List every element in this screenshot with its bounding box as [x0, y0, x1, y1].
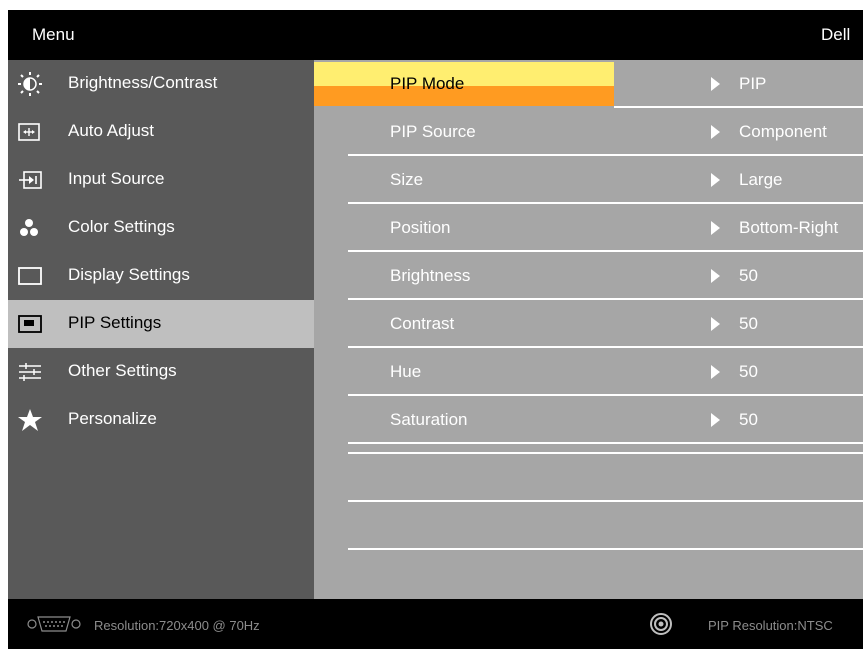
- menu-item-label: Other Settings: [68, 361, 177, 380]
- setting-name: PIP Mode: [390, 74, 465, 93]
- setting-name: PIP Source: [390, 122, 476, 141]
- setting-value: 50: [739, 410, 758, 429]
- setting-row-brightness[interactable]: Brightness 50: [348, 252, 863, 300]
- row-divider: [348, 500, 863, 502]
- setting-value: 50: [739, 266, 758, 285]
- setting-name: Hue: [390, 362, 422, 381]
- menu-item-display-settings[interactable]: Display Settings: [8, 252, 314, 300]
- setting-row-size[interactable]: Size Large: [348, 156, 863, 204]
- menu-item-personalize[interactable]: Personalize: [8, 396, 314, 444]
- setting-name: Size: [390, 170, 424, 189]
- menu-item-auto-adjust[interactable]: Auto Adjust: [8, 108, 314, 156]
- setting-row-saturation[interactable]: Saturation 50: [348, 396, 863, 444]
- arrow-right-icon: [711, 413, 720, 427]
- menu-item-brightness-contrast[interactable]: Brightness/Contrast: [8, 60, 314, 108]
- setting-value: 50: [739, 314, 758, 333]
- arrow-right-icon: [711, 77, 720, 91]
- setting-name: Brightness: [390, 266, 471, 285]
- arrow-right-icon: [711, 221, 720, 235]
- setting-name: Contrast: [390, 314, 455, 333]
- setting-row-hue[interactable]: Hue 50: [348, 348, 863, 396]
- menu-item-label: Personalize: [68, 409, 157, 428]
- menu-item-label: Input Source: [68, 169, 165, 188]
- input-source-icon: [19, 171, 42, 189]
- row-divider: [348, 452, 863, 454]
- pip-settings-panel: PIP Mode PIP PIP Source Component Size L…: [314, 60, 863, 599]
- menu-title: Menu: [32, 25, 75, 44]
- menu-header: Menu Dell: [8, 10, 863, 60]
- setting-name: Position: [390, 218, 451, 237]
- menu-item-label: Display Settings: [68, 265, 190, 284]
- display-settings-icon: [18, 267, 42, 285]
- menu-item-other-settings[interactable]: Other Settings: [8, 348, 314, 396]
- pip-source-icon: [650, 613, 672, 635]
- setting-row-pip-mode[interactable]: PIP Mode PIP: [314, 60, 863, 108]
- resolution-text: Resolution:720x400 @ 70Hz: [94, 618, 260, 633]
- pip-icon: [18, 315, 42, 333]
- menu-item-label: Color Settings: [68, 217, 175, 236]
- arrow-right-icon: [711, 317, 720, 331]
- setting-value: PIP: [739, 74, 767, 93]
- pip-resolution-text: PIP Resolution:NTSC: [708, 618, 833, 633]
- arrow-right-icon: [711, 365, 720, 379]
- setting-row-contrast[interactable]: Contrast 50: [348, 300, 863, 348]
- monitor-osd: Menu Dell Brightness/Contrast Auto Adjus…: [8, 10, 863, 649]
- menu-item-color-settings[interactable]: Color Settings: [8, 204, 314, 252]
- other-settings-icon: [19, 363, 41, 381]
- setting-row-position[interactable]: Position Bottom-Right: [348, 204, 863, 252]
- arrow-right-icon: [711, 125, 720, 139]
- menu-item-input-source[interactable]: Input Source: [8, 156, 314, 204]
- arrow-right-icon: [711, 173, 720, 187]
- setting-value: Large: [739, 170, 783, 189]
- arrow-right-icon: [711, 269, 720, 283]
- menu-item-label: Brightness/Contrast: [68, 73, 218, 92]
- setting-row-pip-source[interactable]: PIP Source Component: [348, 108, 863, 156]
- menu-item-label: PIP Settings: [68, 313, 162, 332]
- auto-adjust-icon: [18, 123, 40, 141]
- row-divider: [348, 442, 863, 444]
- setting-name: Saturation: [390, 410, 468, 429]
- brightness-icon: [18, 72, 42, 96]
- menu-item-pip-settings[interactable]: PIP Settings: [8, 300, 314, 348]
- row-divider: [348, 548, 863, 550]
- setting-value: Bottom-Right: [739, 218, 839, 237]
- menu-item-label: Auto Adjust: [68, 121, 155, 140]
- status-bar: Resolution:720x400 @ 70Hz PIP Resolution…: [8, 599, 863, 649]
- color-settings-icon: [20, 219, 38, 236]
- star-icon: [18, 409, 42, 431]
- main-menu: Brightness/Contrast Auto Adjust Input So…: [8, 60, 314, 599]
- setting-value: 50: [739, 362, 758, 381]
- setting-value: Component: [739, 122, 827, 141]
- brand-label: Dell: [821, 25, 851, 44]
- vga-connector-icon: [27, 616, 81, 632]
